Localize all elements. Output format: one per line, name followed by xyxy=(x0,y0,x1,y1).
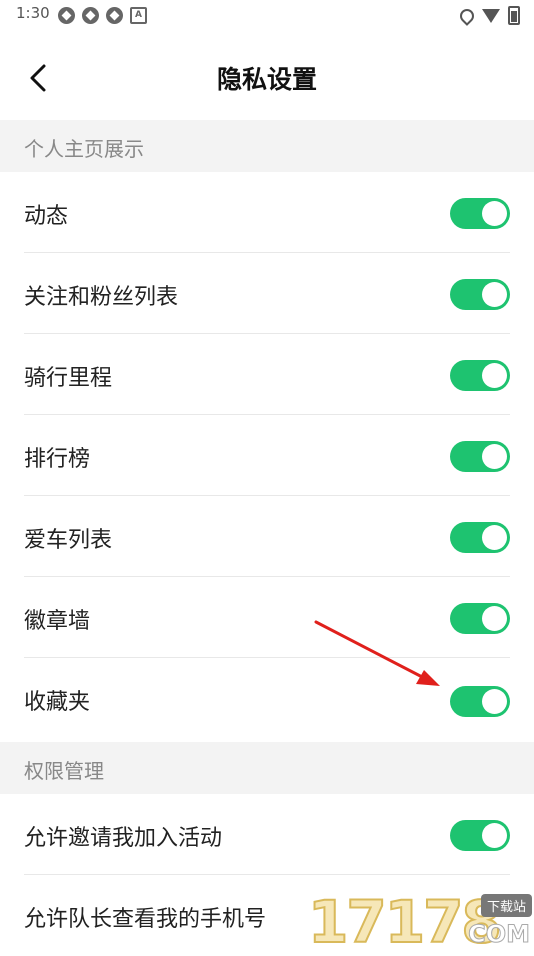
badge-wall-toggle[interactable] xyxy=(450,603,510,634)
setting-label: 爱车列表 xyxy=(24,528,113,553)
watermark-tag: 下载站 xyxy=(480,894,532,917)
toggle-knob xyxy=(482,444,507,469)
status-bar: 1:30 A xyxy=(0,0,534,30)
setting-label: 允许邀请我加入活动 xyxy=(24,826,223,851)
setting-row-follow-fans: 关注和粉丝列表 xyxy=(0,253,534,334)
toggle-knob xyxy=(482,823,507,848)
top-nav-bar: 隐私设置 xyxy=(0,30,534,120)
app-notification-icon xyxy=(58,7,75,24)
setting-label: 排行榜 xyxy=(24,447,91,472)
page-title: 隐私设置 xyxy=(216,65,317,94)
app-notification-icon xyxy=(82,7,99,24)
setting-row-leaderboard: 排行榜 xyxy=(0,415,534,496)
section-header-profile-display: 个人主页展示 xyxy=(0,120,534,172)
setting-label: 动态 xyxy=(24,204,69,229)
setting-label: 徽章墙 xyxy=(24,609,91,634)
a-notification-icon: A xyxy=(130,7,147,24)
setting-label: 允许队长查看我的手机号 xyxy=(24,907,267,932)
riding-mileage-toggle[interactable] xyxy=(450,360,510,391)
leaderboard-toggle[interactable] xyxy=(450,441,510,472)
follow-fans-toggle[interactable] xyxy=(450,279,510,310)
dynamics-toggle[interactable] xyxy=(450,198,510,229)
setting-row-badge-wall: 徽章墙 xyxy=(0,577,534,658)
system-icons xyxy=(457,6,520,26)
toggle-knob xyxy=(482,525,507,550)
location-icon xyxy=(457,6,477,26)
setting-label: 骑行里程 xyxy=(24,366,113,391)
setting-label: 收藏夹 xyxy=(24,690,91,715)
car-list-toggle[interactable] xyxy=(450,522,510,553)
setting-row-dynamics: 动态 xyxy=(0,172,534,253)
toggle-knob xyxy=(482,282,507,307)
section-header-permissions: 权限管理 xyxy=(0,742,534,794)
annotation-arrow-icon xyxy=(314,620,440,686)
notification-icons: A xyxy=(58,7,147,24)
setting-label: 关注和粉丝列表 xyxy=(24,285,179,310)
status-time: 1:30 xyxy=(16,4,50,22)
setting-row-allow-invite: 允许邀请我加入活动 xyxy=(0,794,534,875)
section-title: 权限管理 xyxy=(24,759,104,783)
toggle-knob xyxy=(482,363,507,388)
section-title: 个人主页展示 xyxy=(24,137,144,161)
toggle-knob xyxy=(482,689,507,714)
setting-row-car-list: 爱车列表 xyxy=(0,496,534,577)
favorites-toggle[interactable] xyxy=(450,686,510,717)
setting-row-riding-mileage: 骑行里程 xyxy=(0,334,534,415)
toggle-knob xyxy=(482,606,507,631)
app-notification-icon xyxy=(106,7,123,24)
battery-icon xyxy=(508,6,520,25)
allow-invite-toggle[interactable] xyxy=(450,820,510,851)
wifi-icon xyxy=(482,8,500,23)
site-watermark: 17178 下载站 COM xyxy=(307,887,534,956)
toggle-knob xyxy=(482,201,507,226)
watermark-suffix: COM xyxy=(468,920,531,949)
setting-row-favorites: 收藏夹 xyxy=(0,658,534,742)
